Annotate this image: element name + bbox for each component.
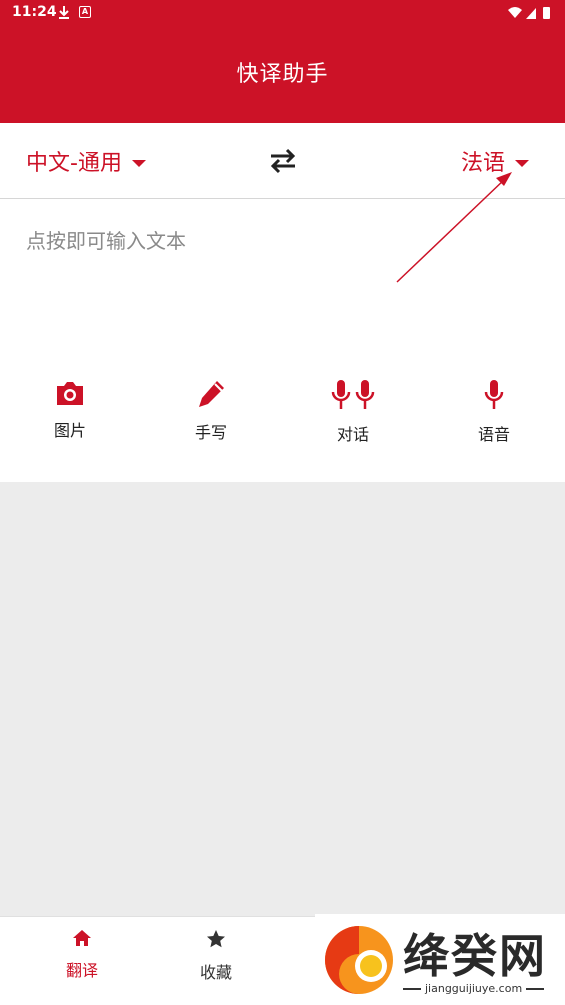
tool-image-button[interactable]: 图片 — [10, 379, 130, 441]
brand-logo-icon — [325, 926, 393, 994]
tool-label: 对话 — [336, 425, 369, 444]
tool-label: 手写 — [194, 423, 227, 442]
tool-conversation-button[interactable]: 对话 — [293, 379, 413, 445]
tool-handwriting-button[interactable]: 手写 — [151, 379, 271, 443]
star-icon — [207, 930, 225, 948]
annotation-arrow — [396, 172, 512, 283]
watermark-url: jiangguijiuye.com — [399, 982, 548, 995]
pen-icon — [199, 381, 224, 407]
home-icon — [73, 930, 91, 946]
dual-mic-icon — [331, 380, 375, 409]
tool-voice-button[interactable]: 语音 — [434, 379, 554, 445]
tool-label: 语音 — [477, 425, 510, 444]
camera-icon — [57, 382, 83, 405]
nav-item-favorites[interactable]: 收藏 — [166, 929, 266, 983]
tool-label: 图片 — [53, 421, 86, 440]
watermark: 绛癸网 jiangguijiuye.com — [315, 914, 565, 1004]
nav-label: 收藏 — [199, 963, 232, 982]
mic-icon — [484, 380, 504, 409]
nav-label: 翻译 — [65, 961, 98, 980]
nav-item-translate[interactable]: 翻译 — [32, 929, 132, 981]
watermark-brand: 绛癸网 — [403, 929, 547, 983]
input-tools: 图片 手写 对话 语音 — [0, 379, 565, 449]
